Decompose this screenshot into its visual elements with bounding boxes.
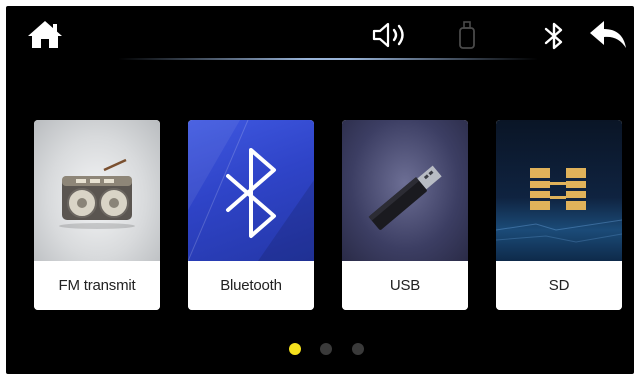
volume-icon[interactable]: [370, 20, 414, 50]
usb-drive-icon: [342, 120, 468, 261]
usb-card[interactable]: USB: [342, 120, 468, 310]
page-indicator-dot[interactable]: [320, 343, 332, 355]
home-icon[interactable]: [26, 18, 64, 50]
fm-transmit-card[interactable]: FM transmit: [34, 120, 160, 310]
page-indicator-dot-active[interactable]: [289, 343, 301, 355]
bluetooth-icon: [188, 120, 314, 262]
bluetooth-card[interactable]: Bluetooth: [188, 120, 314, 310]
back-arrow-icon[interactable]: [588, 18, 628, 50]
status-bar-divider: [118, 58, 538, 60]
sd-card-icon: [496, 120, 622, 261]
page-indicator-dot[interactable]: [352, 343, 364, 355]
card-label: SD: [496, 261, 622, 310]
bluetooth-icon: [544, 22, 563, 50]
usb-stick-icon: [459, 21, 475, 49]
radio-icon: [34, 120, 160, 261]
card-label: USB: [342, 261, 468, 310]
screen: FM transmit Bluetooth USB SD: [6, 6, 634, 374]
card-label: FM transmit: [34, 261, 160, 310]
card-label: Bluetooth: [188, 261, 314, 310]
sd-card[interactable]: SD: [496, 120, 622, 310]
